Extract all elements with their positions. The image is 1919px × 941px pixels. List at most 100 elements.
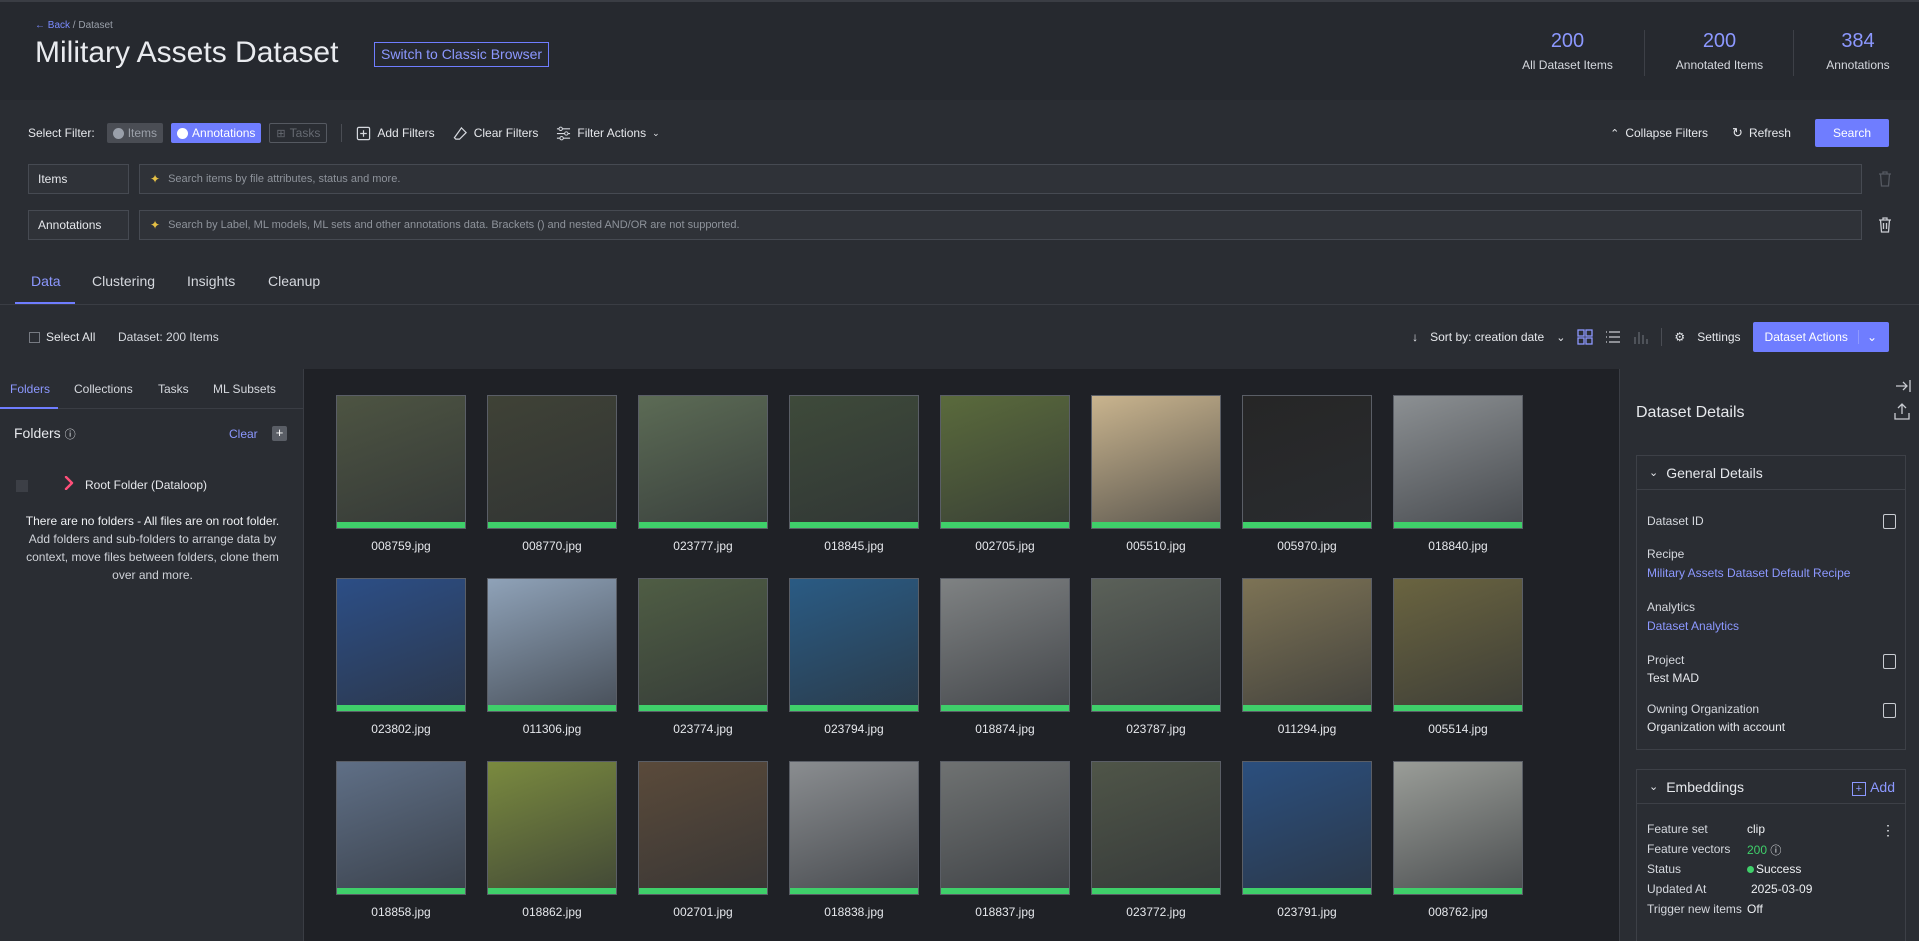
- add-filters-button[interactable]: Add Filters: [356, 126, 435, 141]
- annotations-filter-label[interactable]: Annotations: [28, 210, 129, 240]
- collapse-panel-icon[interactable]: [1895, 379, 1911, 393]
- general-details-header[interactable]: ⌄ General Details: [1637, 456, 1905, 490]
- thumbnail-image[interactable]: [487, 578, 617, 712]
- item-thumbnail[interactable]: 005970.jpg: [1242, 395, 1372, 553]
- item-thumbnail[interactable]: 008759.jpg: [336, 395, 466, 553]
- tab-insights[interactable]: Insights: [187, 273, 235, 289]
- thumbnail-image[interactable]: [1393, 395, 1523, 529]
- thumbnail-image[interactable]: [1393, 761, 1523, 895]
- item-thumbnail[interactable]: 023791.jpg: [1242, 761, 1372, 919]
- chevron-down-icon[interactable]: ⌄: [1556, 331, 1565, 344]
- thumbnail-image[interactable]: [940, 578, 1070, 712]
- item-thumbnail[interactable]: 023802.jpg: [336, 578, 466, 736]
- add-folder-button[interactable]: +: [272, 426, 287, 441]
- items-filter-label[interactable]: Items: [28, 164, 129, 194]
- sort-direction-icon[interactable]: ↓: [1412, 330, 1418, 344]
- thumbnail-image[interactable]: [940, 761, 1070, 895]
- root-folder-item[interactable]: Root Folder (Dataloop): [85, 478, 207, 492]
- thumbnail-image[interactable]: [1091, 395, 1221, 529]
- copy-icon[interactable]: [1883, 703, 1896, 718]
- items-search-input[interactable]: ✦ Search items by file attributes, statu…: [139, 164, 1862, 194]
- grid-view-icon[interactable]: [1577, 329, 1594, 345]
- item-thumbnail[interactable]: 011306.jpg: [487, 578, 617, 736]
- root-folder-checkbox[interactable]: [16, 480, 28, 492]
- tab-cleanup[interactable]: Cleanup: [268, 273, 320, 289]
- sidebar-tab-ml-subsets[interactable]: ML Subsets: [213, 382, 276, 396]
- item-thumbnail[interactable]: 005514.jpg: [1393, 578, 1523, 736]
- chart-view-icon[interactable]: [1633, 329, 1649, 345]
- item-thumbnail[interactable]: 008762.jpg: [1393, 761, 1523, 919]
- settings-button[interactable]: Settings: [1697, 330, 1740, 344]
- clear-folders-button[interactable]: Clear: [229, 427, 258, 441]
- item-thumbnail[interactable]: 005510.jpg: [1091, 395, 1221, 553]
- thumbnail-image[interactable]: [638, 761, 768, 895]
- sidebar-tab-collections[interactable]: Collections: [74, 382, 133, 396]
- select-all-checkbox[interactable]: [29, 332, 40, 343]
- sort-by-dropdown[interactable]: Sort by: creation date: [1430, 330, 1544, 344]
- thumbnail-image[interactable]: [638, 578, 768, 712]
- tab-data[interactable]: Data: [31, 273, 61, 289]
- thumbnail-image[interactable]: [487, 395, 617, 529]
- item-thumbnail[interactable]: 018838.jpg: [789, 761, 919, 919]
- tab-clustering[interactable]: Clustering: [92, 273, 155, 289]
- thumbnail-image[interactable]: [1393, 578, 1523, 712]
- item-thumbnail[interactable]: 018862.jpg: [487, 761, 617, 919]
- item-thumbnail[interactable]: 008770.jpg: [487, 395, 617, 553]
- item-thumbnail[interactable]: 011294.jpg: [1242, 578, 1372, 736]
- item-thumbnail[interactable]: 018874.jpg: [940, 578, 1070, 736]
- thumbnail-image[interactable]: [487, 761, 617, 895]
- item-thumbnail[interactable]: 018840.jpg: [1393, 395, 1523, 553]
- refresh-button[interactable]: ↻ Refresh: [1732, 125, 1791, 141]
- item-thumbnail[interactable]: 023777.jpg: [638, 395, 768, 553]
- sidebar-tab-tasks[interactable]: Tasks: [158, 382, 189, 396]
- thumbnail-image[interactable]: [1242, 395, 1372, 529]
- search-button[interactable]: Search: [1814, 119, 1889, 147]
- trash-icon[interactable]: [1878, 170, 1892, 187]
- item-thumbnail[interactable]: 002705.jpg: [940, 395, 1070, 553]
- back-link[interactable]: ← Back: [35, 20, 70, 31]
- thumbnail-image[interactable]: [940, 395, 1070, 529]
- item-thumbnail[interactable]: 018837.jpg: [940, 761, 1070, 919]
- filter-chip-items[interactable]: Items: [106, 123, 164, 143]
- add-embedding-button[interactable]: + Add: [1851, 779, 1895, 796]
- recipe-link[interactable]: Military Assets Dataset Default Recipe: [1647, 566, 1850, 580]
- clear-filters-button[interactable]: Clear Filters: [453, 126, 538, 141]
- thumbnail-image[interactable]: [1242, 761, 1372, 895]
- filter-chip-tasks[interactable]: ⊞ Tasks: [269, 123, 328, 143]
- thumbnail-image[interactable]: [336, 395, 466, 529]
- item-thumbnail[interactable]: 023772.jpg: [1091, 761, 1221, 919]
- thumbnail-image[interactable]: [638, 395, 768, 529]
- switch-classic-browser-button[interactable]: Switch to Classic Browser: [374, 42, 550, 67]
- thumbnail-image[interactable]: [1242, 578, 1372, 712]
- thumbnail-image[interactable]: [336, 578, 466, 712]
- analytics-link[interactable]: Dataset Analytics: [1647, 619, 1739, 633]
- item-thumbnail[interactable]: 018845.jpg: [789, 395, 919, 553]
- trigger-new-items-value[interactable]: Off: [1747, 902, 1763, 916]
- item-thumbnail[interactable]: 023787.jpg: [1091, 578, 1221, 736]
- trash-icon[interactable]: [1878, 216, 1892, 233]
- item-thumbnail[interactable]: 023774.jpg: [638, 578, 768, 736]
- item-thumbnail[interactable]: 018858.jpg: [336, 761, 466, 919]
- thumbnail-image[interactable]: [1091, 761, 1221, 895]
- info-icon[interactable]: ⓘ: [65, 429, 76, 441]
- filter-actions-dropdown[interactable]: Filter Actions ⌄: [556, 126, 660, 141]
- thumbnail-image[interactable]: [789, 395, 919, 529]
- annotations-search-input[interactable]: ✦ Search by Label, ML models, ML sets an…: [139, 210, 1862, 240]
- filter-chip-annotations[interactable]: Annotations: [171, 123, 262, 143]
- embeddings-header[interactable]: ⌄ Embeddings + Add: [1637, 770, 1905, 804]
- dataset-actions-button[interactable]: Dataset Actions ⌄: [1752, 322, 1889, 352]
- thumbnail-image[interactable]: [1091, 578, 1221, 712]
- collapse-filters-button[interactable]: ⌃ Collapse Filters: [1610, 126, 1708, 140]
- copy-icon[interactable]: [1883, 654, 1896, 669]
- list-view-icon[interactable]: [1605, 329, 1621, 345]
- item-thumbnail[interactable]: 023794.jpg: [789, 578, 919, 736]
- item-thumbnail[interactable]: 002701.jpg: [638, 761, 768, 919]
- thumbnail-image[interactable]: [789, 578, 919, 712]
- sidebar-tab-folders[interactable]: Folders: [10, 382, 50, 396]
- copy-icon[interactable]: [1883, 514, 1896, 529]
- thumbnail-image[interactable]: [789, 761, 919, 895]
- info-icon[interactable]: ⓘ: [1770, 845, 1781, 857]
- export-icon[interactable]: [1894, 403, 1910, 420]
- gear-icon[interactable]: ⚙: [1674, 330, 1685, 344]
- breadcrumb-dataset[interactable]: Dataset: [78, 20, 112, 31]
